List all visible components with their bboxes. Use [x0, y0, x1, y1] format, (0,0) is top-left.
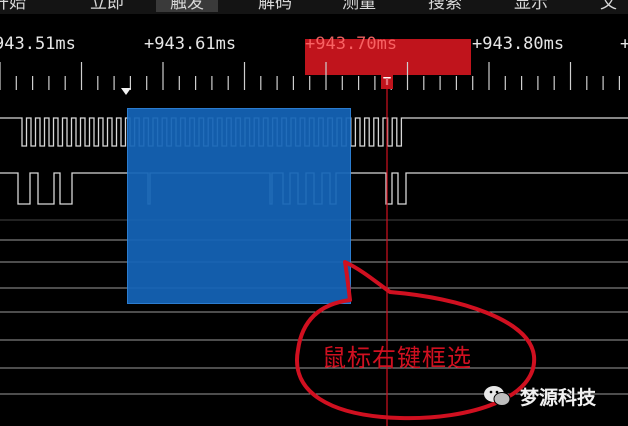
- watermark-text: 梦源科技: [520, 386, 597, 409]
- logic-analyzer-window: 开始 立即 触发 解码 测量 搜索 显示 文 943.51ms +943.61m…: [0, 0, 628, 426]
- annotation-text: 鼠标右键框选: [322, 344, 472, 372]
- annotation-overlay: [295, 78, 537, 426]
- wechat-icon: [484, 386, 511, 406]
- watermark: 梦源科技: [482, 381, 596, 411]
